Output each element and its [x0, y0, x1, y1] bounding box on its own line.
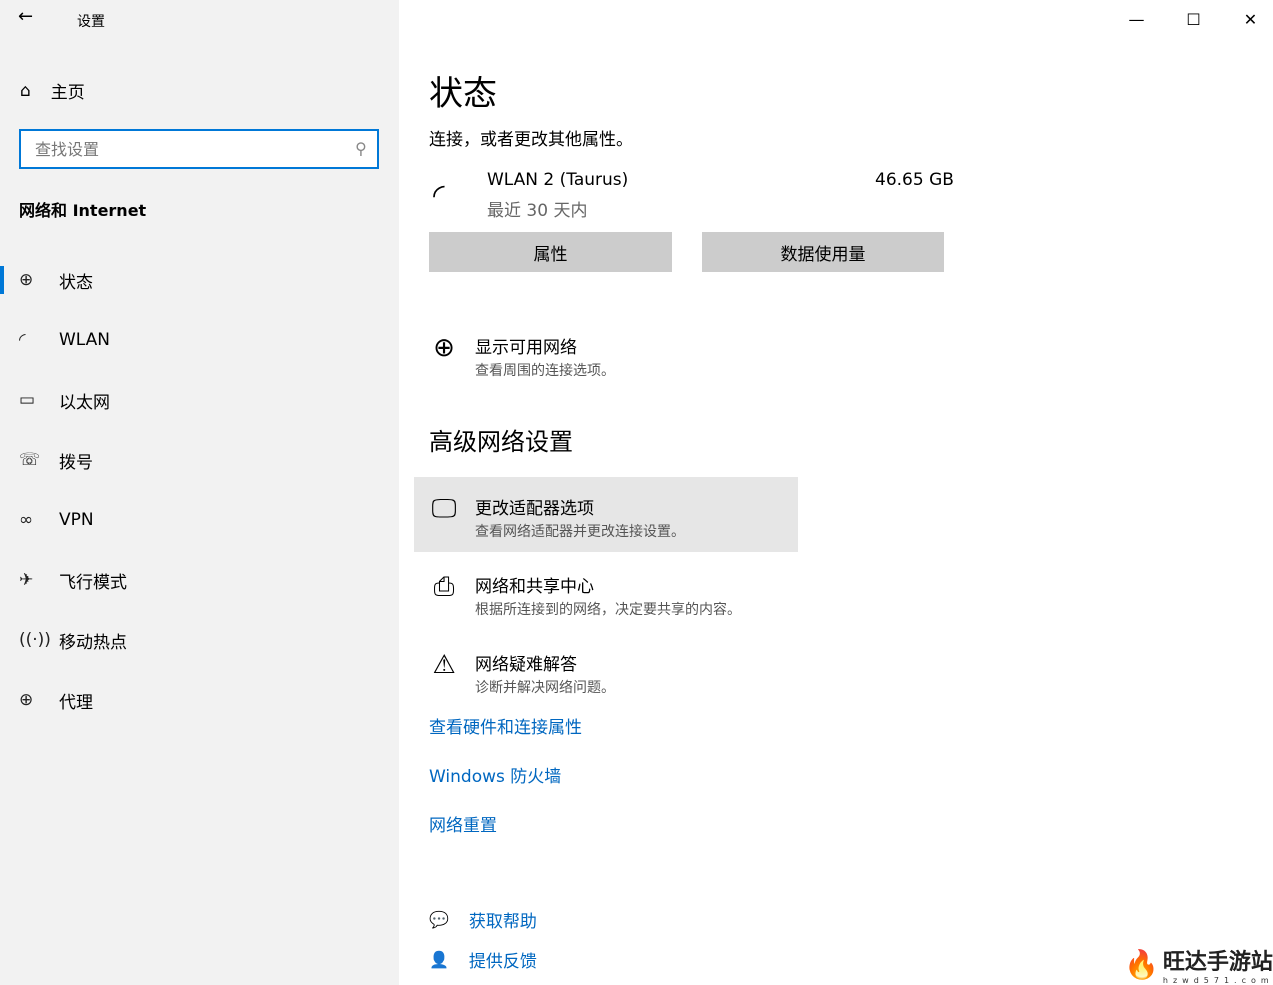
flame-icon: 🔥 [1124, 948, 1159, 981]
home-icon: ⌂ [20, 80, 31, 101]
watermark-logo: 🔥 旺达手游站 hzwd571.com [1124, 948, 1273, 985]
sidebar-item-status[interactable]: ⊕ 状态 [0, 250, 399, 310]
page-title: 状态 [429, 74, 497, 114]
vpn-icon: ∞ [19, 510, 34, 530]
show-networks-item[interactable]: ⊕ 显示可用网络 查看周围的连接选项。 [429, 333, 615, 380]
airplane-icon: ✈ [19, 570, 34, 590]
hotspot-icon: ((·)) [19, 630, 51, 650]
network-reset-link[interactable]: 网络重置 [429, 811, 497, 836]
data-usage-button[interactable]: 数据使用量 [702, 232, 944, 272]
app-title: 设置 [77, 14, 105, 30]
network-name: WLAN 2 (Taurus) [487, 170, 629, 190]
sidebar-item-wlan[interactable]: ◜ WLAN [0, 310, 399, 370]
troubleshoot-item[interactable]: ⚠ 网络疑难解答 诊断并解决网络问题。 [429, 650, 615, 697]
data-usage-amount: 46.65 GB [875, 170, 954, 190]
get-help[interactable]: 💬 获取帮助 [429, 907, 537, 932]
sidebar-item-hotspot[interactable]: ((·)) 移动热点 [0, 610, 399, 670]
sidebar-item-proxy[interactable]: ⊕ 代理 [0, 670, 399, 730]
adapter-monitor-icon: 🖵 [431, 494, 457, 524]
properties-button[interactable]: 属性 [429, 232, 672, 272]
give-feedback[interactable]: 👤 提供反馈 [429, 947, 537, 972]
minimize-button[interactable]: — [1108, 0, 1165, 38]
sidebar-item-vpn[interactable]: ∞ VPN [0, 490, 399, 550]
advanced-settings-title: 高级网络设置 [429, 428, 573, 456]
ethernet-icon: ▭ [19, 390, 36, 410]
search-input[interactable] [21, 131, 321, 167]
search-box[interactable]: ⚲ [19, 129, 379, 169]
status-description: 连接，或者更改其他属性。 [429, 130, 633, 150]
sharing-printer-icon: ⎙ [433, 572, 455, 602]
back-arrow-icon[interactable]: ← [18, 6, 33, 27]
sidebar-item-dialup[interactable]: ☏ 拨号 [0, 430, 399, 490]
warning-icon: ⚠ [432, 650, 456, 680]
globe-icon: ⊕ [19, 690, 34, 710]
dialup-icon: ☏ [19, 450, 41, 470]
adapter-options-item[interactable]: 🖵 更改适配器选项 查看网络适配器并更改连接设置。 [429, 494, 685, 541]
section-title: 网络和 Internet [19, 201, 147, 220]
sidebar-nav: ⊕ 状态 ◜ WLAN ▭ 以太网 ☏ 拨号 ∞ VPN ✈ 飞行模式 ((·)) 移动热点 … [0, 250, 399, 730]
status-globe-icon: ⊕ [19, 270, 34, 290]
wifi-icon: ◜ [19, 330, 26, 350]
usage-period: 最近 30 天内 [487, 201, 588, 221]
globe-icon: ⊕ [433, 333, 455, 363]
hardware-properties-link[interactable]: 查看硬件和连接属性 [429, 713, 582, 738]
wifi-signal-icon: ◜ [433, 178, 445, 213]
help-chat-icon: 💬 [429, 910, 449, 929]
feedback-person-icon: 👤 [429, 950, 449, 969]
maximize-button[interactable]: ☐ [1165, 0, 1222, 38]
search-icon[interactable]: ⚲ [355, 139, 367, 158]
sidebar-home[interactable]: ⌂ 主页 [20, 78, 85, 104]
sidebar-item-airplane[interactable]: ✈ 飞行模式 [0, 550, 399, 610]
firewall-link[interactable]: Windows 防火墙 [429, 762, 561, 787]
sidebar-item-ethernet[interactable]: ▭ 以太网 [0, 370, 399, 430]
sharing-center-item[interactable]: ⎙ 网络和共享中心 根据所连接到的网络，决定要共享的内容。 [429, 572, 741, 619]
close-button[interactable]: ✕ [1222, 0, 1273, 38]
